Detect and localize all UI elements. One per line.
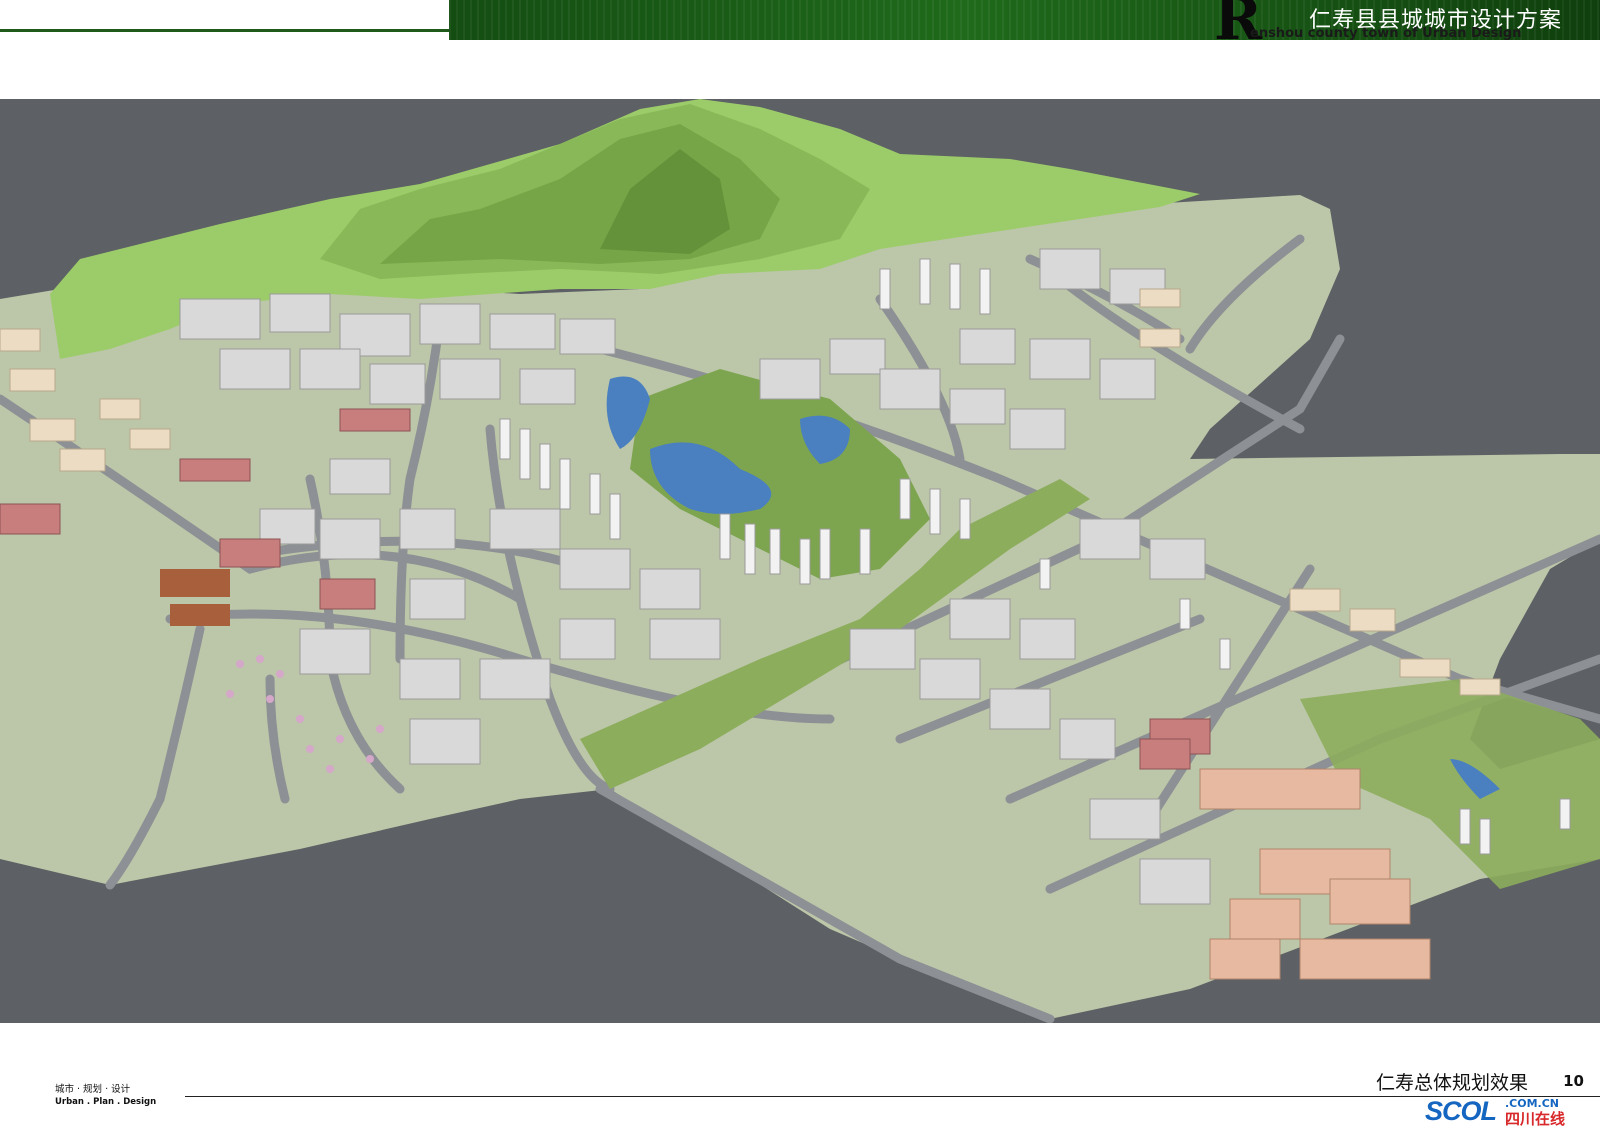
- page-number: 10: [1563, 1072, 1584, 1090]
- footer-caption: 仁寿总体规划效果: [1375, 1072, 1528, 1094]
- header-subtitle: enshou county town of Urban Design: [1250, 26, 1522, 41]
- header-left-rule: [0, 29, 450, 32]
- scol-cn-name: 四川在线: [1505, 1110, 1566, 1128]
- footer-left-label: 城市 · 规划 · 设计 Urban . Plan . Design: [55, 1084, 156, 1108]
- footer-rule: [185, 1096, 1600, 1097]
- scol-logo: SCOL: [1425, 1096, 1497, 1126]
- footer-left-cn: 城市 · 规划 · 设计: [55, 1084, 131, 1095]
- footer-left-en: Urban . Plan . Design: [55, 1097, 157, 1107]
- scol-watermark: SCOL .COM.CN 四川在线: [1425, 1096, 1590, 1128]
- city-model-render: [0, 99, 1600, 1023]
